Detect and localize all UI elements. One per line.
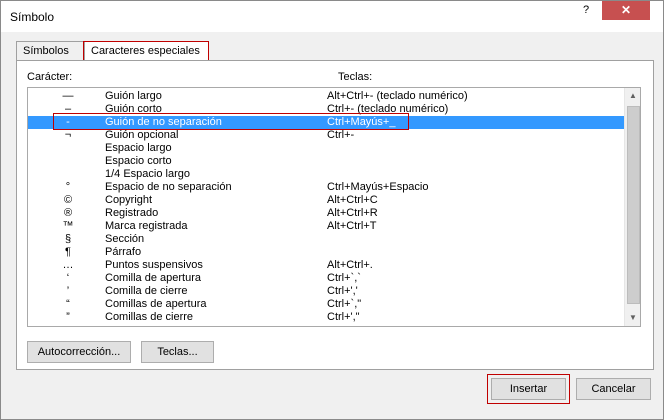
character-glyph: § [64,233,72,245]
character-name: Puntos suspensivos [105,259,203,271]
character-name: Comillas de cierre [105,311,194,323]
character-glyph: © [63,194,73,206]
character-name: Registrado [105,207,159,219]
character-glyph: ¶ [65,246,71,258]
dialog-title: Símbolo [10,10,55,24]
character-name: Guión corto [105,103,162,115]
character-name: Espacio corto [105,155,172,167]
shortcut-keys: Ctrl+Mayús+Espacio [327,181,429,193]
character-glyph: … [62,259,74,271]
shortcut-keys: Ctrl+`," [327,298,362,310]
character-name: Comillas de apertura [105,298,207,310]
character-glyph: ™ [62,220,74,232]
list-item[interactable]: ’ Comilla de cierre Ctrl+',' [28,285,624,298]
character-name: Guión largo [105,90,162,102]
shortcut-keys: Ctrl+- [327,129,355,141]
character-glyph: ° [65,181,71,193]
shortcut-keys: Alt+Ctrl+T [327,220,377,232]
character-glyph: ’ [66,285,70,297]
shortcut-keys: Alt+Ctrl+R [327,207,378,219]
list-item[interactable]: — Guión largo Alt+Ctrl+- (teclado numérico… [28,90,624,103]
list-item[interactable]: © Copyright Alt+Ctrl+C [28,194,624,207]
insert-button-label: Insertar [509,383,548,395]
insert-button[interactable]: Insertar [491,378,566,400]
shortcut-keys: Ctrl+Mayús+_ [327,116,396,128]
list-item[interactable]: ™ Marca registrada Alt+Ctrl+T [28,220,624,233]
character-glyph: ¬ [64,129,72,141]
list-item[interactable]: ¶ Párrafo [28,246,624,259]
character-name: Espacio largo [105,142,172,154]
autocorrect-button[interactable]: Autocorrección... [27,341,131,363]
symbol-dialog: Símbolo ? ✕ Símbolos Caracteres especial… [0,0,664,420]
shortcut-keys: Ctrl+',' [327,285,358,297]
list-item[interactable]: § Sección [28,233,624,246]
list-item[interactable]: Espacio largo [28,142,624,155]
character-name: Espacio de no separación [105,181,232,193]
cancel-button-label: Cancelar [591,383,636,395]
list-item[interactable]: ‘ Comilla de apertura Ctrl+`,` [28,272,624,285]
list-item[interactable]: ® Registrado Alt+Ctrl+R [28,207,624,220]
character-glyph: ‑ [66,116,70,128]
character-glyph: “ [66,298,70,310]
autocorrect-button-label: Autocorrección... [37,346,121,358]
vertical-scrollbar[interactable]: ▲ ▼ [624,88,640,326]
list-item[interactable]: ” Comillas de cierre Ctrl+'," [28,311,624,324]
shortcut-keys: Ctrl+- (teclado numérico) [327,103,449,115]
character-glyph: ® [63,207,73,219]
help-icon[interactable]: ? [579,4,593,16]
title-bar[interactable]: Símbolo ? ✕ [1,1,663,32]
list-item[interactable]: Espacio corto [28,155,624,168]
character-glyph: ” [66,311,70,323]
list-item[interactable]: ¬ Guión opcional Ctrl+- [28,129,624,142]
character-name: 1/4 Espacio largo [105,168,190,180]
character-glyph: – [64,103,72,115]
scrollbar-thumb[interactable] [627,106,640,304]
character-name: Copyright [105,194,153,206]
tab-symbols-label: Símbolos [23,45,69,57]
character-glyph: ‘ [66,272,70,284]
keys-column-header: Teclas: [338,71,373,83]
tab-symbols[interactable]: Símbolos [16,41,86,61]
character-name: Comilla de apertura [105,272,201,284]
character-name: Sección [105,233,145,245]
scroll-down-arrow-icon[interactable]: ▼ [625,310,640,326]
list-item[interactable]: 1/4 Espacio largo [28,168,624,181]
list-item[interactable]: “ Comillas de apertura Ctrl+`," [28,298,624,311]
keys-button-label: Teclas... [157,346,198,358]
shortcut-keys: Alt+Ctrl+- (teclado numérico) [327,90,468,102]
character-name: Guión opcional [105,129,179,141]
special-characters-list[interactable]: — Guión largo Alt+Ctrl+- (teclado numérico… [27,87,641,327]
character-glyph: — [62,90,74,102]
shortcut-keys: Ctrl+'," [327,311,360,323]
scroll-up-arrow-icon[interactable]: ▲ [625,88,640,104]
list-item[interactable]: – Guión corto Ctrl+- (teclado numérico) [28,103,624,116]
close-icon[interactable]: ✕ [602,1,650,20]
cancel-button[interactable]: Cancelar [576,378,651,400]
shortcut-keys: Alt+Ctrl+. [327,259,373,271]
shortcut-keys: Alt+Ctrl+C [327,194,378,206]
character-name: Párrafo [105,246,142,258]
keys-button[interactable]: Teclas... [141,341,214,363]
shortcut-keys: Ctrl+`,` [327,272,361,284]
character-name: Marca registrada [105,220,188,232]
character-name: Guión de no separación [105,116,222,128]
list-item[interactable]: ° Espacio de no separación Ctrl+Mayús+Espa… [28,181,624,194]
tab-highlight-outline [83,41,209,62]
character-column-header: Carácter: [27,71,73,83]
character-name: Comilla de cierre [105,285,188,297]
list-item[interactable]: ‑ Guión de no separación Ctrl+Mayús+_ [28,116,624,129]
list-item[interactable]: … Puntos suspensivos Alt+Ctrl+. [28,259,624,272]
